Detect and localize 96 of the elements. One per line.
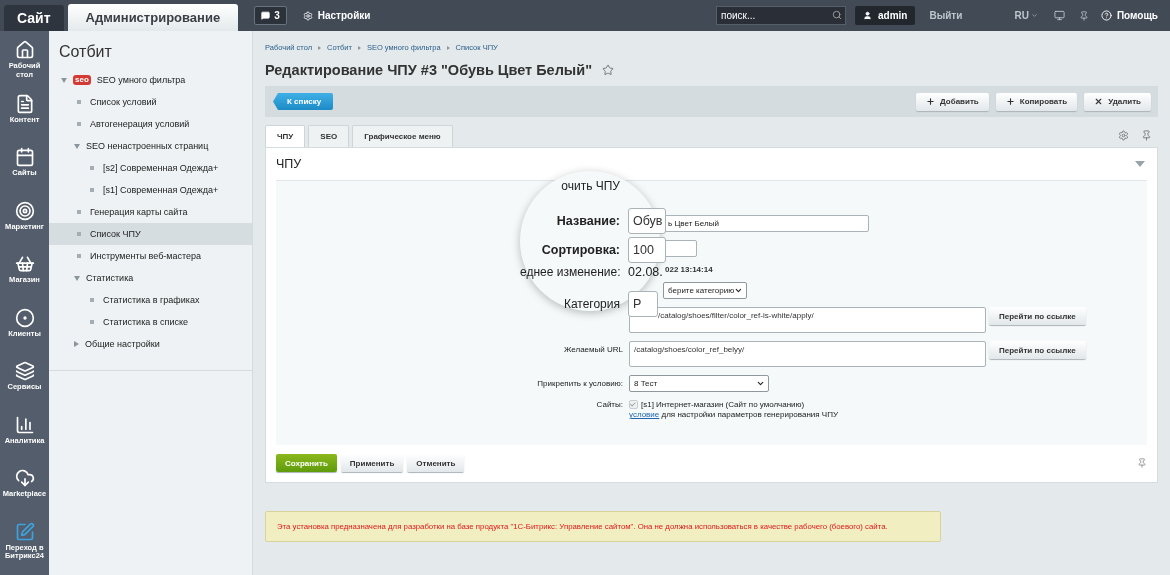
page-title: Редактирование ЧПУ #3 "Обувь Цвет Белый" xyxy=(265,62,593,78)
tree-item[interactable]: Статистика xyxy=(49,267,252,289)
layers-icon xyxy=(14,361,35,381)
bullet-icon xyxy=(77,254,81,258)
tree-item[interactable]: Статистика в графиках xyxy=(49,289,252,311)
tree-title: Сотбит xyxy=(58,42,113,62)
expand-arrow-icon xyxy=(74,341,79,347)
breadcrumb-separator-icon xyxy=(446,45,450,50)
field-label: Сайты: xyxy=(595,400,623,409)
collapse-caret-icon[interactable] xyxy=(1135,161,1145,167)
tree-item[interactable]: Автогенерация условий xyxy=(49,113,252,135)
textarea-field[interactable]: /catalog/shoes/color_ref_belyy/ xyxy=(629,341,986,367)
tab[interactable]: ЧПУ xyxy=(265,125,306,147)
chevron-icon xyxy=(734,286,743,295)
search-field[interactable]: поиск... xyxy=(716,6,846,25)
magnified-label: Название: xyxy=(555,214,620,228)
field-label: Желаемый URL xyxy=(563,344,623,354)
select-field[interactable]: 8 Тест xyxy=(629,375,769,392)
magnified-label: Сортировка: xyxy=(540,243,620,257)
settings-icon[interactable] xyxy=(1118,130,1129,141)
monitor-icon[interactable] xyxy=(1053,10,1065,21)
date-text: 022 13:14:14 xyxy=(665,265,713,274)
bullet-icon xyxy=(90,166,94,170)
magnified-label: очить ЧПУ xyxy=(560,179,620,193)
help-icon xyxy=(1100,10,1112,21)
circle-icon xyxy=(14,307,35,328)
pen-square-icon xyxy=(14,521,35,542)
bullet-icon xyxy=(90,188,94,192)
form-button[interactable]: Применить xyxy=(340,454,404,472)
tree-item[interactable]: Список условий xyxy=(49,91,252,113)
plus-icon xyxy=(926,97,935,106)
tree-item[interactable]: Общие настройки xyxy=(49,333,252,355)
user-button[interactable]: admin xyxy=(855,6,916,25)
breadcrumb-separator-icon xyxy=(318,45,322,50)
open-link-button[interactable]: Перейти по ссылке xyxy=(989,341,1086,359)
bullet-icon xyxy=(90,298,94,302)
toolbar-button[interactable]: Удалить xyxy=(1084,92,1151,111)
field-label: Прикрепить к условию: xyxy=(536,379,623,388)
top-tab[interactable]: Администрирование xyxy=(67,4,239,31)
select-field[interactable]: берите категорию xyxy=(663,282,747,299)
seo-badge: seo xyxy=(73,75,91,85)
chevron-icon xyxy=(1030,12,1038,19)
tree-item[interactable]: Список ЧПУ xyxy=(49,223,252,245)
magnified-date: 02.08. xyxy=(628,265,663,279)
collapse-arrow-icon xyxy=(74,143,80,149)
pin-icon[interactable] xyxy=(1078,10,1089,21)
tree-item[interactable]: Инструменты веб-мастера xyxy=(49,245,252,267)
help-link[interactable]: Помощь xyxy=(1100,10,1158,21)
input-field[interactable]: ь Цвет Белый xyxy=(663,215,869,232)
calendar-icon xyxy=(14,147,35,167)
house-icon xyxy=(14,40,35,60)
bullet-icon xyxy=(77,210,81,214)
tree-item[interactable]: [s2] Современная Одежда+ xyxy=(49,157,252,179)
bullet-icon xyxy=(90,320,94,324)
breadcrumb-separator-icon xyxy=(357,45,361,50)
bullet-icon xyxy=(77,100,81,104)
tree-item[interactable]: Статистика в списке xyxy=(49,311,252,333)
settings-link[interactable]: Настройки xyxy=(302,10,371,21)
user-icon xyxy=(863,11,872,20)
bullet-icon xyxy=(77,122,81,126)
textarea-field[interactable]: /catalog/shoes/filter/color_ref-is-white/apply/ xyxy=(629,307,986,333)
tree-item[interactable]: seo SEO умного фильтра xyxy=(49,69,252,91)
tab[interactable]: SEO xyxy=(308,125,350,147)
target-icon xyxy=(14,200,35,221)
open-link-button[interactable]: Перейти по ссылке xyxy=(989,307,1086,325)
collapse-arrow-icon xyxy=(61,77,67,83)
top-tab[interactable]: Сайт xyxy=(4,5,64,31)
plus-icon xyxy=(1005,97,1015,106)
basket-icon xyxy=(14,254,35,274)
bar-chart-icon xyxy=(14,414,35,435)
collapse-arrow-icon xyxy=(74,275,80,281)
notifications-button[interactable]: 3 xyxy=(254,6,287,25)
star-icon[interactable] xyxy=(602,64,615,76)
magnified-label: Категория xyxy=(562,297,620,311)
close-icon xyxy=(1094,97,1104,106)
toolbar-button[interactable]: Добавить xyxy=(916,92,989,111)
logout-link[interactable]: Выйти xyxy=(929,10,963,21)
section-title: ЧПУ xyxy=(276,157,302,171)
condition-note: условие для настройки параметров генерирования ЧПУ xyxy=(629,410,839,419)
language-link[interactable]: RU xyxy=(1014,10,1038,21)
form-button[interactable]: Отменить xyxy=(407,454,465,472)
tab[interactable]: Графическое меню xyxy=(352,125,453,147)
tree-item[interactable]: SEO ненастроенных страниц xyxy=(49,135,252,157)
tree-item[interactable]: [s1] Современная Одежда+ xyxy=(49,179,252,201)
settings-icon xyxy=(302,10,313,21)
search-icon xyxy=(832,10,842,20)
tree-item[interactable]: Генерация карты сайта xyxy=(49,201,252,223)
cloud-download-icon xyxy=(14,468,35,488)
chevron-icon xyxy=(756,379,765,388)
magnified-label: еднее изменение: xyxy=(520,265,620,279)
pin-icon[interactable] xyxy=(1141,130,1152,141)
bullet-icon xyxy=(77,232,81,236)
site-label: [s1] Интернет-магазин (Сайт по умолчанию) xyxy=(641,400,805,409)
toolbar-button[interactable]: Копировать xyxy=(995,92,1078,111)
pin-icon[interactable] xyxy=(1137,458,1147,468)
message-icon xyxy=(261,11,271,20)
